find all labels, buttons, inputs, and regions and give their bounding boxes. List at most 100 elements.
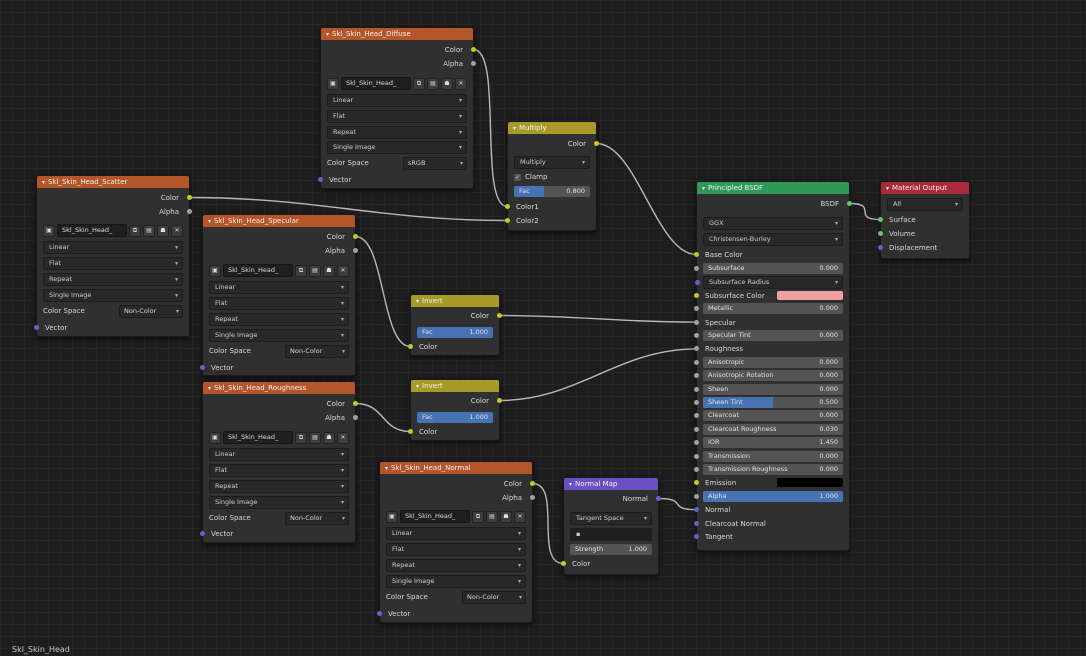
image-name-field[interactable]: Skl_Skin_Head_	[341, 77, 411, 90]
sheen-slider[interactable]: Sheen 0.000	[694, 383, 843, 395]
image-texture-node-scatter[interactable]: ▾ Skl_Skin_Head_Scatter Color Alpha ▣ Skl…	[34, 175, 192, 337]
socket-ior-in[interactable]	[694, 440, 699, 446]
socket-vector-in[interactable]	[34, 325, 39, 330]
projection-dropdown[interactable]: Flat ▾	[209, 464, 349, 477]
distribution-dropdown[interactable]: GGX ▾	[703, 217, 843, 230]
color-space-dropdown[interactable]: Non-Color ▾	[119, 305, 183, 318]
transmission-slider[interactable]: Transmission 0.000	[694, 450, 843, 462]
color-space-dropdown[interactable]: sRGB ▾	[403, 157, 467, 170]
socket-tangent-in[interactable]	[694, 534, 699, 539]
fake-user-icon[interactable]: ⧉	[129, 224, 141, 237]
ior-slider[interactable]: IOR 1.450	[694, 437, 843, 449]
socket-color-out[interactable]	[353, 234, 358, 239]
alpha-slider[interactable]: Alpha 1.000	[694, 490, 843, 502]
socket-normal-in[interactable]	[694, 507, 699, 513]
subsurface-color-swatch[interactable]	[777, 290, 843, 300]
socket-specular-in[interactable]	[694, 319, 699, 325]
new-image-icon[interactable]: ▤	[309, 431, 321, 444]
socket-alpha-out[interactable]	[353, 415, 358, 420]
extension-dropdown[interactable]: Repeat ▾	[327, 126, 467, 139]
collapse-chevron-icon[interactable]: ▾	[385, 465, 388, 472]
node-header[interactable]: ▾ Skl_Skin_Head_Scatter	[37, 176, 189, 188]
image-selector[interactable]: ▣ Skl_Skin_Head_ ⧉ ▤ ☗ ✕	[386, 510, 526, 523]
socket-color-out[interactable]	[353, 401, 358, 406]
fake-user-icon[interactable]: ⧉	[295, 264, 307, 277]
source-dropdown[interactable]: Single Image ▾	[209, 329, 349, 342]
uv-map-field[interactable]: ▪	[570, 528, 652, 541]
extension-dropdown[interactable]: Repeat ▾	[209, 480, 349, 493]
blend-mode-dropdown[interactable]: Multiply ▾	[514, 156, 590, 169]
socket-color-out[interactable]	[497, 313, 502, 318]
invert-node-specular[interactable]: ▾ Invert Color Fac 1.000 Color	[408, 294, 502, 356]
socket-roughness-in[interactable]	[694, 346, 699, 352]
clearcoat-slider[interactable]: Clearcoat 0.000	[694, 410, 843, 422]
socket-bsdf-out[interactable]	[847, 201, 852, 206]
source-dropdown[interactable]: Single Image ▾	[386, 575, 526, 588]
color-space-dropdown[interactable]: Non-Color ▾	[462, 591, 526, 604]
socket-vector-in[interactable]	[318, 177, 323, 182]
unlink-icon[interactable]: ✕	[337, 431, 349, 444]
socket-displacement-in[interactable]	[878, 245, 883, 250]
socket-color-in[interactable]	[408, 429, 413, 434]
projection-dropdown[interactable]: Flat ▾	[43, 257, 183, 270]
target-dropdown[interactable]: All ▾	[887, 198, 963, 211]
metallic-slider[interactable]: Metallic 0.000	[694, 303, 843, 315]
image-browse-icon[interactable]: ▣	[209, 264, 221, 277]
open-folder-icon[interactable]: ☗	[441, 77, 453, 90]
collapse-chevron-icon[interactable]: ▾	[702, 185, 705, 192]
image-texture-node-normal[interactable]: ▾ Skl_Skin_Head_Normal Color Alpha ▣ Skl_…	[377, 461, 535, 623]
socket-vector-in[interactable]	[200, 365, 205, 370]
socket-color-in[interactable]	[561, 561, 566, 566]
collapse-chevron-icon[interactable]: ▾	[569, 481, 572, 488]
socket-anisotropic-in[interactable]	[694, 359, 699, 365]
socket-sheen-tint-in[interactable]	[694, 400, 699, 405]
image-browse-icon[interactable]: ▣	[327, 77, 339, 90]
socket-alpha-in[interactable]	[694, 493, 699, 499]
new-image-icon[interactable]: ▤	[486, 510, 498, 523]
socket-subsurface-radius-in[interactable]	[695, 280, 700, 286]
socket-clearcoat-normal-in[interactable]	[694, 520, 699, 526]
fake-user-icon[interactable]: ⧉	[413, 77, 425, 90]
interpolation-dropdown[interactable]: Linear ▾	[327, 94, 467, 107]
source-dropdown[interactable]: Single Image ▾	[327, 141, 467, 154]
socket-color-out[interactable]	[187, 195, 192, 200]
fac-slider[interactable]: Fac 1.000	[417, 412, 493, 423]
socket-color-in[interactable]	[408, 344, 413, 349]
socket-alpha-out[interactable]	[353, 248, 358, 253]
socket-clearcoat-in[interactable]	[694, 413, 699, 419]
normal-map-node[interactable]: ▾ Normal Map Normal Tangent Space ▾ ▪ Stre…	[561, 477, 661, 575]
socket-vector-in[interactable]	[200, 531, 205, 536]
image-texture-node-diffuse[interactable]: ▾ Skl_Skin_Head_Diffuse Color Alpha ▣ Skl…	[318, 27, 476, 189]
socket-alpha-out[interactable]	[187, 209, 192, 214]
socket-color1-in[interactable]	[505, 204, 510, 209]
collapse-chevron-icon[interactable]: ▾	[326, 31, 329, 38]
source-dropdown[interactable]: Single Image ▾	[209, 496, 349, 509]
image-selector[interactable]: ▣ Skl_Skin_Head_ ⧉ ▤ ☗ ✕	[209, 431, 349, 444]
image-name-field[interactable]: Skl_Skin_Head_	[223, 431, 293, 444]
collapse-chevron-icon[interactable]: ▾	[513, 125, 516, 132]
socket-base-color-in[interactable]	[694, 252, 699, 257]
socket-specular-tint-in[interactable]	[694, 333, 699, 338]
interpolation-dropdown[interactable]: Linear ▾	[209, 281, 349, 294]
socket-surface-in[interactable]	[878, 217, 883, 222]
extension-dropdown[interactable]: Repeat ▾	[209, 313, 349, 326]
socket-vector-in[interactable]	[377, 611, 382, 616]
image-browse-icon[interactable]: ▣	[386, 510, 398, 523]
extension-dropdown[interactable]: Repeat ▾	[386, 559, 526, 572]
unlink-icon[interactable]: ✕	[171, 224, 183, 237]
socket-transmission-in[interactable]	[694, 453, 699, 459]
principled-bsdf-node[interactable]: ▾ Principled BSDF BSDF GGX ▾ Christensen-B…	[694, 181, 852, 551]
image-selector[interactable]: ▣ Skl_Skin_Head_ ⧉ ▤ ☗ ✕	[209, 264, 349, 277]
strength-slider[interactable]: Strength 1.000	[570, 544, 652, 555]
node-header[interactable]: ▾ Material Output	[881, 182, 969, 194]
new-image-icon[interactable]: ▤	[427, 77, 439, 90]
node-header[interactable]: ▾ Skl_Skin_Head_Diffuse	[321, 28, 473, 40]
node-header[interactable]: ▾ Skl_Skin_Head_Specular	[203, 215, 355, 227]
emission-swatch[interactable]	[777, 478, 843, 488]
socket-alpha-out[interactable]	[530, 495, 535, 500]
socket-transmission-roughness-in[interactable]	[694, 467, 699, 472]
material-output-node[interactable]: ▾ Material Output All ▾ Surface Volume Dis…	[878, 181, 970, 259]
image-texture-node-roughness[interactable]: ▾ Skl_Skin_Head_Roughness Color Alpha ▣ S…	[200, 381, 358, 543]
node-header[interactable]: ▾ Skl_Skin_Head_Normal	[380, 462, 532, 474]
socket-clearcoat-roughness-in[interactable]	[694, 426, 699, 432]
